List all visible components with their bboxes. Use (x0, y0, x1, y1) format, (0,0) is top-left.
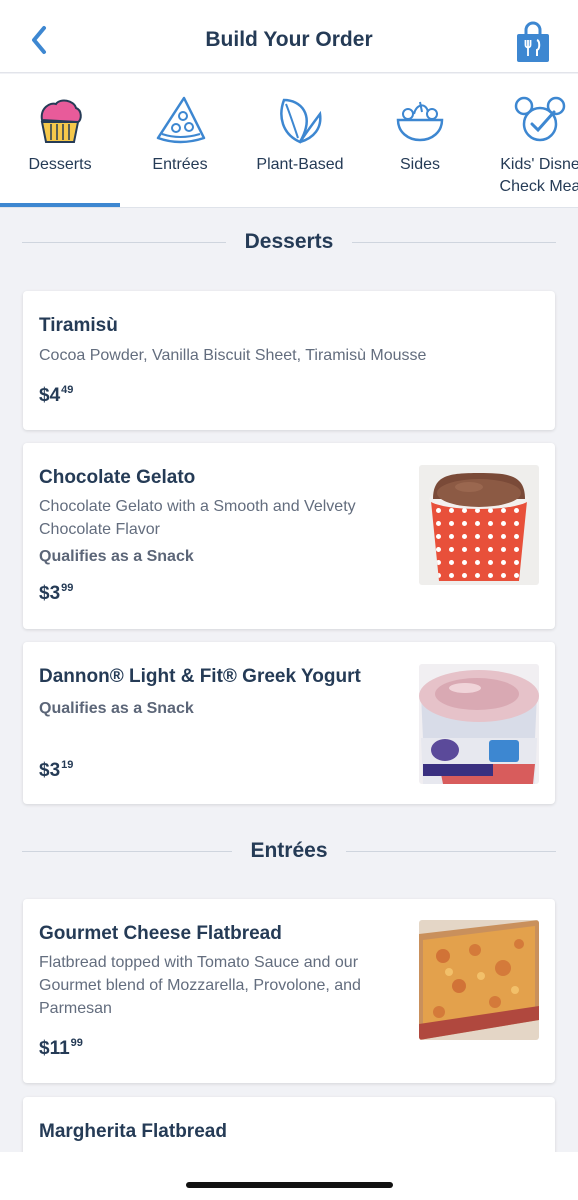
item-photo-cheese-flatbread (419, 920, 539, 1040)
item-photo-greek-yogurt (419, 664, 539, 784)
item-photo-chocolate-gelato (419, 465, 539, 585)
item-price: $449 (39, 384, 74, 406)
item-name: Tiramisù (39, 315, 118, 336)
tab-entrees[interactable]: Entrées (120, 74, 240, 207)
tab-sides[interactable]: Sides (360, 74, 480, 207)
category-tabs: Desserts Entrées Plant-Based Sides Kids'… (0, 74, 578, 208)
page-title: Build Your Order (205, 28, 373, 51)
snack-qualifier: Qualifies as a Snack (39, 548, 194, 565)
item-price: $319 (39, 759, 74, 781)
snack-qualifier: Qualifies as a Snack (39, 700, 194, 717)
mickey-check-icon (514, 96, 566, 142)
item-description: Flatbread topped with Tomato Sauce and o… (39, 954, 361, 1017)
leaf-icon (280, 98, 322, 144)
selected-tab-indicator (0, 203, 120, 207)
shopping-bag-button[interactable] (513, 20, 553, 64)
home-indicator[interactable] (186, 1182, 393, 1188)
tab-kids-disney-check-meals[interactable]: Kids' Disne Check Mea (480, 74, 578, 207)
menu-item-card[interactable]: Chocolate Gelato Chocolate Gelato with a… (23, 443, 555, 629)
tab-desserts[interactable]: Desserts (0, 74, 120, 207)
shopping-bag-icon (517, 21, 549, 62)
tab-label: Sides (399, 156, 441, 173)
divider (346, 851, 556, 852)
section-header-desserts: Desserts (22, 228, 556, 258)
menu-item-card[interactable]: Tiramisù Cocoa Powder, Vanilla Biscuit S… (23, 291, 555, 430)
item-name: Dannon® Light & Fit® Greek Yogurt (39, 666, 361, 687)
tab-label: Plant-Based (256, 156, 344, 173)
divider (352, 242, 556, 243)
top-nav-bar: Build Your Order (0, 0, 578, 73)
item-name: Chocolate Gelato (39, 467, 196, 488)
tab-label: Desserts (28, 156, 92, 173)
pizza-slice-icon (156, 96, 206, 144)
menu-item-card[interactable]: Dannon® Light & Fit® Greek Yogurt Qualif… (23, 642, 555, 804)
item-description: Chocolate Gelato with a Smooth and Velve… (39, 498, 356, 538)
item-name: Margherita Flatbread (39, 1121, 227, 1142)
item-description: Cocoa Powder, Vanilla Biscuit Sheet, Tir… (39, 347, 427, 364)
tab-plant-based[interactable]: Plant-Based (240, 74, 360, 207)
cupcake-icon (40, 99, 82, 143)
section-header-entrees: Entrées (22, 837, 556, 867)
home-indicator-area (0, 1152, 578, 1200)
item-price: $399 (39, 582, 74, 604)
item-name: Gourmet Cheese Flatbread (39, 923, 282, 944)
salad-bowl-icon (396, 101, 444, 142)
menu-item-card[interactable]: Gourmet Cheese Flatbread Flatbread toppe… (23, 899, 555, 1083)
tab-label: Kids' Disne Check Mea (499, 156, 578, 195)
item-price: $1199 (39, 1037, 83, 1059)
tab-label: Entrées (152, 156, 208, 173)
